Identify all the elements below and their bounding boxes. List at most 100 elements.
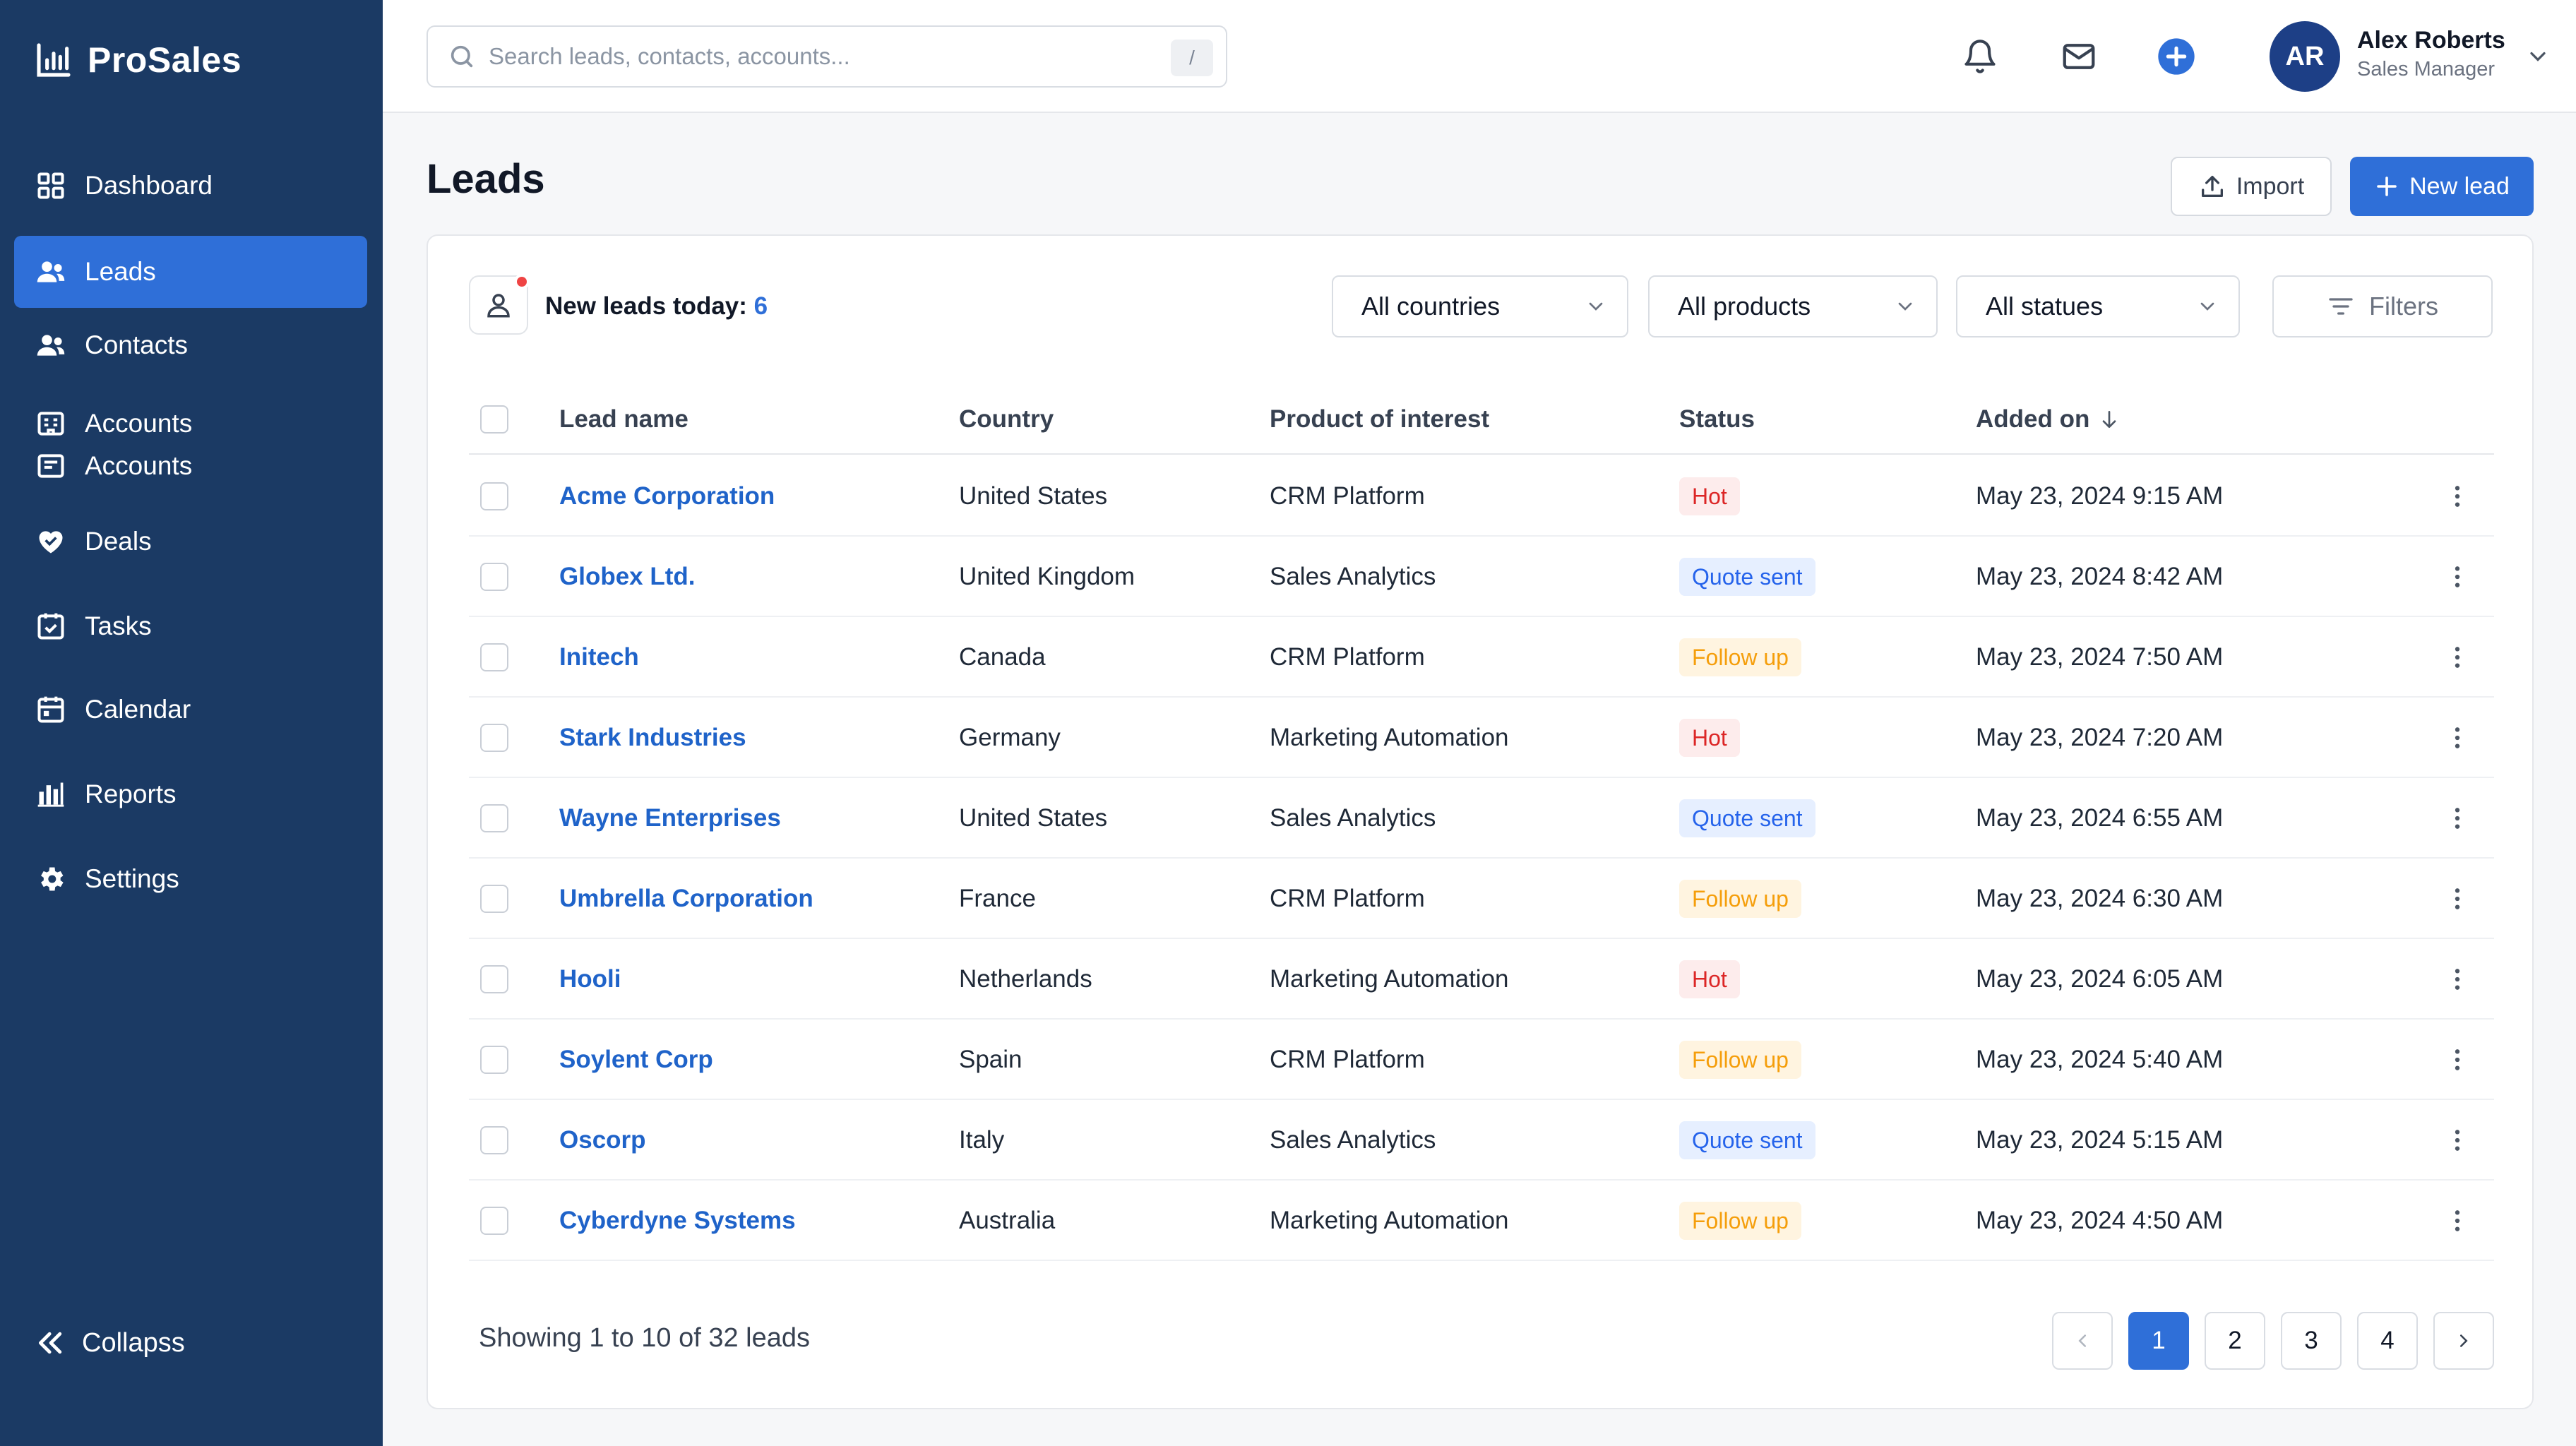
- collapse-button[interactable]: Collapss: [35, 1327, 185, 1358]
- table-row[interactable]: Wayne Enterprises United States Sales Anal…: [469, 778, 2494, 859]
- leads-card: New leads today: 6 All countries All pro…: [427, 234, 2534, 1409]
- sidebar-item-leads[interactable]: Leads: [14, 236, 367, 308]
- lead-name-link[interactable]: Wayne Enterprises: [559, 804, 781, 832]
- sidebar-item-accounts[interactable]: Accounts Accounts: [14, 402, 367, 487]
- row-actions-button[interactable]: [2440, 801, 2474, 835]
- arrow-down-icon: [2098, 408, 2121, 431]
- added-on-cell: May 23, 2024 6:05 AM: [1976, 965, 2224, 993]
- country-cell: United States: [959, 804, 1108, 832]
- pagination-page-3[interactable]: 3: [2281, 1312, 2342, 1370]
- grid-icon: [35, 170, 66, 201]
- table-row[interactable]: Cyberdyne Systems Australia Marketing Auto…: [469, 1181, 2494, 1261]
- status-cell: Follow up: [1679, 617, 1801, 698]
- row-checkbox[interactable]: [480, 965, 508, 993]
- lead-name-link[interactable]: Hooli: [559, 965, 621, 993]
- lead-name-link[interactable]: Acme Corporation: [559, 482, 775, 510]
- table-row[interactable]: Soylent Corp Spain CRM Platform Follow up Ma…: [469, 1020, 2494, 1100]
- import-button[interactable]: Import: [2171, 157, 2332, 216]
- lead-name-link[interactable]: Soylent Corp: [559, 1046, 713, 1074]
- added-on-cell: May 23, 2024 7:20 AM: [1976, 724, 2224, 751]
- row-checkbox[interactable]: [480, 482, 508, 510]
- pagination-page-2[interactable]: 2: [2205, 1312, 2265, 1370]
- row-actions-button[interactable]: [2440, 560, 2474, 594]
- lead-name-cell: Globex Ltd.: [559, 537, 696, 617]
- messages-button[interactable]: [2056, 34, 2101, 79]
- row-actions-button[interactable]: [2440, 640, 2474, 674]
- quick-add-button[interactable]: [2154, 34, 2199, 79]
- row-checkbox[interactable]: [480, 885, 508, 913]
- brand[interactable]: ProSales: [34, 40, 242, 80]
- row-actions-button[interactable]: [2440, 882, 2474, 916]
- sidebar-item-dashboard[interactable]: Dashboard: [14, 150, 367, 222]
- row-actions-button[interactable]: [2440, 721, 2474, 755]
- country-filter-select[interactable]: All countries: [1332, 275, 1628, 337]
- sidebar-item-reports[interactable]: Reports: [14, 758, 367, 830]
- pagination-page-4[interactable]: 4: [2357, 1312, 2418, 1370]
- country-cell: United States: [959, 482, 1108, 510]
- status-badge: Follow up: [1679, 1041, 1801, 1079]
- lead-name-link[interactable]: Cyberdyne Systems: [559, 1207, 796, 1235]
- chevron-down-icon[interactable]: [2525, 44, 2551, 69]
- avatar[interactable]: AR: [2270, 21, 2340, 92]
- table-row[interactable]: Oscorp Italy Sales Analytics Quote sent May …: [469, 1100, 2494, 1181]
- product-filter-select[interactable]: All products: [1648, 275, 1938, 337]
- status-cell: Hot: [1679, 939, 1740, 1020]
- status-cell: Quote sent: [1679, 778, 1815, 859]
- product-filter-value: All products: [1678, 292, 1811, 321]
- row-checkbox[interactable]: [480, 1046, 508, 1074]
- new-lead-button[interactable]: New lead: [2350, 157, 2534, 216]
- table-row[interactable]: Stark Industries Germany Marketing Automat…: [469, 698, 2494, 778]
- product-cell: Marketing Automation: [1270, 965, 1509, 993]
- pagination-prev-button[interactable]: [2052, 1312, 2113, 1370]
- row-checkbox[interactable]: [480, 563, 508, 591]
- lead-name-cell: Soylent Corp: [559, 1020, 713, 1100]
- row-checkbox[interactable]: [480, 1126, 508, 1154]
- row-checkbox[interactable]: [480, 724, 508, 752]
- sidebar-item-settings[interactable]: Settings: [14, 843, 367, 915]
- row-checkbox[interactable]: [480, 1207, 508, 1235]
- sidebar-item-contacts[interactable]: Contacts: [14, 309, 367, 381]
- country-cell: United Kingdom: [959, 563, 1135, 590]
- status-filter-select[interactable]: All statues: [1956, 275, 2240, 337]
- row-actions-button[interactable]: [2440, 479, 2474, 513]
- table-row[interactable]: Umbrella Corporation France CRM Platform Fo…: [469, 859, 2494, 939]
- table-row[interactable]: Globex Ltd. United Kingdom Sales Analytics…: [469, 537, 2494, 617]
- lead-name-link[interactable]: Globex Ltd.: [559, 563, 696, 591]
- search-input[interactable]: [489, 43, 1167, 70]
- more-vertical-icon: [2455, 888, 2460, 909]
- lead-name-cell: Hooli: [559, 939, 621, 1020]
- table-row[interactable]: Initech Canada CRM Platform Follow up May 23…: [469, 617, 2494, 698]
- pagination-next-button[interactable]: [2433, 1312, 2494, 1370]
- user-name: Alex Roberts: [2357, 27, 2505, 54]
- column-header-added-on[interactable]: Added on: [1976, 384, 2121, 455]
- select-all-checkbox[interactable]: [480, 405, 508, 434]
- sidebar: ProSales Dashboard Leads Contacts Accoun…: [0, 0, 383, 1446]
- lead-name-link[interactable]: Initech: [559, 643, 639, 671]
- column-header-product[interactable]: Product of interest: [1270, 384, 1489, 455]
- filters-button[interactable]: Filters: [2272, 275, 2493, 337]
- row-actions-button[interactable]: [2440, 1123, 2474, 1157]
- filter-icon: [2327, 292, 2369, 321]
- added-on-cell: May 23, 2024 7:50 AM: [1976, 643, 2224, 671]
- table-row[interactable]: Hooli Netherlands Marketing Automation Hot M…: [469, 939, 2494, 1020]
- sidebar-item-deals[interactable]: Deals: [14, 506, 367, 578]
- table-row[interactable]: Acme Corporation United States CRM Platfor…: [469, 456, 2494, 537]
- sidebar-item-tasks[interactable]: Tasks: [14, 590, 367, 662]
- lead-name-cell: Umbrella Corporation: [559, 859, 813, 939]
- column-header-status[interactable]: Status: [1679, 384, 1755, 455]
- row-actions-button[interactable]: [2440, 1043, 2474, 1077]
- sidebar-item-calendar[interactable]: Calendar: [14, 674, 367, 746]
- notifications-button[interactable]: [1957, 34, 2003, 79]
- lead-name-link[interactable]: Umbrella Corporation: [559, 885, 813, 913]
- row-actions-button[interactable]: [2440, 1204, 2474, 1238]
- column-header-lead-name[interactable]: Lead name: [559, 384, 688, 455]
- row-checkbox[interactable]: [480, 643, 508, 671]
- lead-name-link[interactable]: Stark Industries: [559, 724, 746, 752]
- lead-name-link[interactable]: Oscorp: [559, 1126, 646, 1154]
- mail-icon: [2060, 37, 2098, 76]
- row-checkbox[interactable]: [480, 804, 508, 832]
- search-box[interactable]: /: [427, 25, 1227, 88]
- column-header-country[interactable]: Country: [959, 384, 1054, 455]
- pagination-page-1[interactable]: 1: [2128, 1312, 2189, 1370]
- row-actions-button[interactable]: [2440, 962, 2474, 996]
